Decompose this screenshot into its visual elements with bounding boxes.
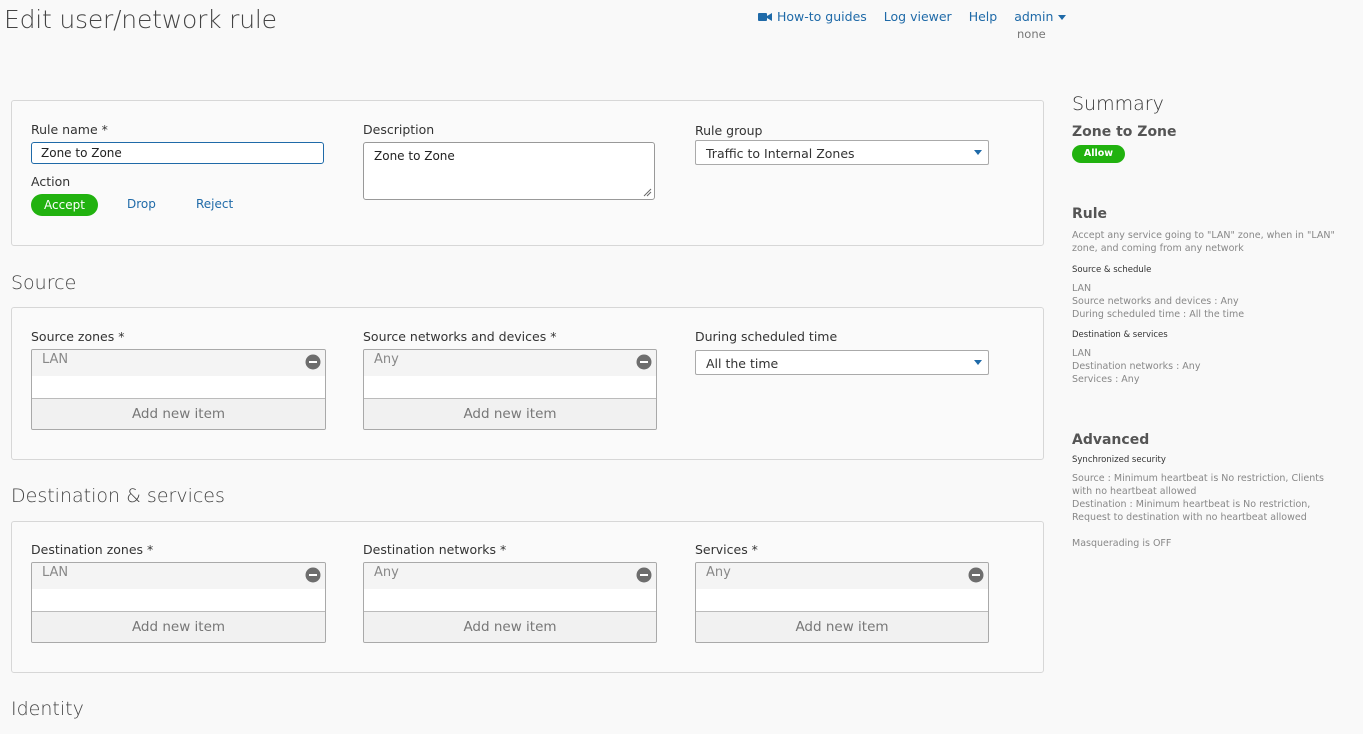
rule-group-value: Traffic to Internal Zones <box>706 146 855 161</box>
summary-dest-line: Services : Any <box>1072 374 1140 385</box>
summary-source-line: LAN <box>1072 283 1092 294</box>
source-zones-add-button[interactable]: Add new item <box>32 398 325 429</box>
source-networks-add-button[interactable]: Add new item <box>364 398 656 429</box>
chevron-down-icon <box>1058 14 1067 20</box>
action-drop-button[interactable]: Drop <box>127 197 156 211</box>
action-label: Action <box>31 174 71 189</box>
services-list: Any Add new item <box>695 562 989 643</box>
rule-name-input[interactable] <box>31 142 324 164</box>
summary-title: Summary <box>1072 93 1164 115</box>
schedule-select[interactable]: All the time <box>695 350 989 375</box>
destination-networks-label: Destination networks * <box>363 542 507 557</box>
schedule-label: During scheduled time <box>695 329 838 344</box>
description-value: Zone to Zone <box>374 149 455 163</box>
summary-rule-text: Accept any service going to "LAN" zone, … <box>1072 230 1335 254</box>
destination-zones-label: Destination zones * <box>31 542 154 557</box>
summary-rule-name: Zone to Zone <box>1072 124 1177 140</box>
top-navigation: How-to guides Log viewer Help admin <box>758 9 1067 24</box>
video-camera-icon <box>758 12 772 22</box>
summary-source-line: During scheduled time : All the time <box>1072 309 1245 320</box>
list-empty-area <box>364 589 656 612</box>
source-networks-item: Any <box>374 352 399 367</box>
services-item: Any <box>706 565 731 580</box>
list-empty-area <box>32 376 325 399</box>
summary-dest-line: Destination networks : Any <box>1072 361 1201 372</box>
rule-group-label: Rule group <box>695 123 763 138</box>
destination-networks-list: Any Add new item <box>363 562 657 643</box>
summary-masquerading: Masquerading is OFF <box>1072 538 1172 549</box>
destination-zones-item: LAN <box>42 565 69 580</box>
summary-advanced-heading: Advanced <box>1072 432 1150 448</box>
identity-section-title: Identity <box>11 698 84 720</box>
source-zones-label: Source zones * <box>31 329 125 344</box>
destination-zones-list: LAN Add new item <box>31 562 326 643</box>
destination-zones-add-button[interactable]: Add new item <box>32 611 325 642</box>
list-empty-area <box>364 376 656 399</box>
summary-source-line: Source networks and devices : Any <box>1072 296 1239 307</box>
list-item: Any <box>364 563 656 589</box>
user-name: admin <box>1014 9 1054 24</box>
resize-handle-icon[interactable] <box>643 188 652 197</box>
remove-circle-icon[interactable] <box>636 354 652 370</box>
summary-rule-heading: Rule <box>1072 206 1108 222</box>
status-badge: Allow <box>1072 145 1125 163</box>
list-item: Any <box>364 350 656 376</box>
source-zones-item: LAN <box>42 352 69 367</box>
services-label: Services * <box>695 542 758 557</box>
source-networks-label: Source networks and devices * <box>363 329 557 344</box>
list-empty-area <box>696 589 988 612</box>
destination-networks-item: Any <box>374 565 399 580</box>
description-textarea[interactable]: Zone to Zone <box>363 142 655 200</box>
howto-guides-link[interactable]: How-to guides <box>758 9 867 24</box>
page-title: Edit user/network rule <box>4 5 277 34</box>
description-label: Description <box>363 122 435 137</box>
user-menu[interactable]: admin <box>1014 9 1067 24</box>
destination-networks-add-button[interactable]: Add new item <box>364 611 656 642</box>
list-empty-area <box>32 589 325 612</box>
remove-circle-icon[interactable] <box>968 567 984 583</box>
action-reject-button[interactable]: Reject <box>196 197 233 211</box>
source-networks-list: Any Add new item <box>363 349 657 430</box>
list-item: Any <box>696 563 988 589</box>
summary-dest-line: LAN <box>1072 348 1092 359</box>
remove-circle-icon[interactable] <box>636 567 652 583</box>
schedule-value: All the time <box>706 356 779 371</box>
list-item: LAN <box>32 350 325 376</box>
chevron-down-icon <box>974 360 982 365</box>
rule-name-label: Rule name * <box>31 122 108 137</box>
help-link[interactable]: Help <box>969 9 998 24</box>
chevron-down-icon <box>974 150 982 155</box>
remove-circle-icon[interactable] <box>305 567 321 583</box>
source-section-title: Source <box>11 272 77 294</box>
list-item: LAN <box>32 563 325 589</box>
source-zones-list: LAN Add new item <box>31 349 326 430</box>
summary-sync-dest: Destination : Minimum heartbeat is No re… <box>1072 499 1311 523</box>
remove-circle-icon[interactable] <box>305 354 321 370</box>
summary-sync-heading: Synchronized security <box>1072 455 1166 465</box>
log-viewer-link[interactable]: Log viewer <box>884 9 952 24</box>
user-subtitle: none <box>1017 27 1046 41</box>
destination-section-title: Destination & services <box>11 485 225 507</box>
action-accept-button[interactable]: Accept <box>31 194 98 216</box>
summary-dest-heading: Destination & services <box>1072 330 1168 340</box>
rule-group-select[interactable]: Traffic to Internal Zones <box>695 140 989 165</box>
howto-guides-label: How-to guides <box>777 9 867 24</box>
services-add-button[interactable]: Add new item <box>696 611 988 642</box>
summary-source-heading: Source & schedule <box>1072 265 1152 275</box>
summary-sync-source: Source : Minimum heartbeat is No restric… <box>1072 473 1324 497</box>
